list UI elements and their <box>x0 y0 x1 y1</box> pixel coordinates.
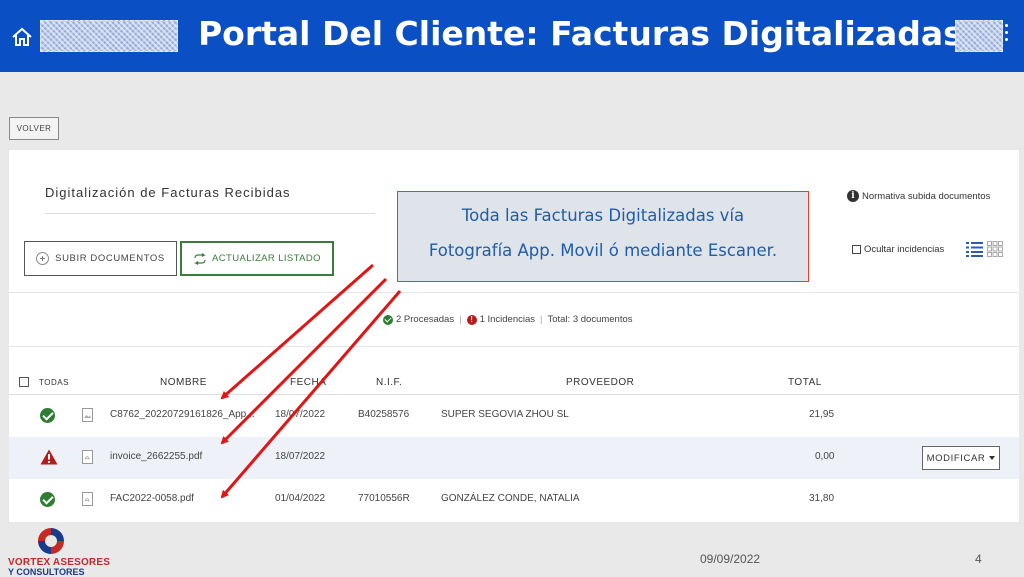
invoices-panel: Digitalización de Facturas Recibidas SUB… <box>9 150 1019 522</box>
file-total: 0,00 <box>815 451 835 462</box>
divider <box>9 346 1019 347</box>
vortex-logo-icon <box>38 528 64 554</box>
logo-text-line-2: Y CONSULTORES <box>8 567 85 577</box>
header-all: TODAS <box>39 378 69 387</box>
processed-count: 2 Procesadas <box>396 314 455 325</box>
redacted-logo <box>40 20 178 52</box>
file-date: 01/04/2022 <box>275 493 326 504</box>
app-header: Portal Del Cliente: Facturas Digitalizad… <box>0 0 1024 72</box>
file-name[interactable]: FAC2022-0058.pdf <box>110 493 194 504</box>
home-icon[interactable] <box>11 27 33 47</box>
annotation-callout: Toda las Facturas Digitalizadas vía Foto… <box>397 191 809 282</box>
hide-issues-label: Ocultar incidencias <box>864 244 945 255</box>
header-date[interactable]: FECHA <box>290 377 326 388</box>
success-check-icon <box>40 492 55 507</box>
table-row[interactable]: invoice_2662255.pdf 18/07/2022 0,00 MODI… <box>9 437 1019 479</box>
check-circle-icon <box>383 314 393 325</box>
header-supplier[interactable]: PROVEEDOR <box>566 377 634 388</box>
pdf-file-icon <box>82 450 93 464</box>
file-total: 31,80 <box>809 493 835 504</box>
more-options-icon[interactable] <box>1003 24 1009 46</box>
slide-date: 09/09/2022 <box>700 552 761 566</box>
upload-rules-label: Normativa subida documentos <box>862 190 991 202</box>
issues-count: 1 Incidencias <box>479 314 536 325</box>
header-nif[interactable]: N.I.F. <box>376 377 402 388</box>
modify-label: MODIFICAR <box>926 452 986 464</box>
header-name[interactable]: NOMBRE <box>160 377 207 388</box>
success-check-icon <box>40 408 55 423</box>
callout-line-1: Toda las Facturas Digitalizadas vía <box>461 206 745 225</box>
error-circle-icon: ! <box>466 314 477 325</box>
image-file-icon <box>82 408 93 422</box>
upload-documents-button[interactable]: SUBIR DOCUMENTOS <box>24 241 177 276</box>
upload-rules-link[interactable]: i Normativa subida documentos <box>847 190 990 202</box>
redacted-user <box>955 20 1003 52</box>
file-date: 18/07/2022 <box>275 409 326 420</box>
hide-issues-checkbox[interactable] <box>852 245 861 254</box>
company-logo: VORTEX ASESORES Y CONSULTORES <box>8 524 110 577</box>
section-title: Digitalización de Facturas Recibidas <box>45 185 291 200</box>
select-all-checkbox[interactable] <box>19 377 29 387</box>
modify-dropdown-button[interactable]: MODIFICAR <box>922 446 1000 470</box>
file-date: 18/07/2022 <box>275 451 326 462</box>
file-name[interactable]: C8762_20220729161826_App... <box>110 409 255 420</box>
hide-issues-toggle[interactable]: Ocultar incidencias <box>852 244 944 255</box>
caret-down-icon <box>989 456 996 460</box>
file-total: 21,95 <box>809 409 835 420</box>
refresh-list-button[interactable]: ACTUALIZAR LISTADO <box>180 241 334 276</box>
file-nif: B40258576 <box>358 409 410 420</box>
table-row[interactable]: C8762_20220729161826_App... 18/07/2022 B… <box>9 395 1019 437</box>
title-divider <box>45 213 375 214</box>
file-name[interactable]: invoice_2662255.pdf <box>110 451 202 462</box>
list-view-icon[interactable] <box>966 241 983 257</box>
pdf-file-icon <box>82 492 93 506</box>
table-row[interactable]: FAC2022-0058.pdf 01/04/2022 77010556R GO… <box>9 479 1019 521</box>
divider <box>9 292 1019 293</box>
file-nif: 77010556R <box>358 493 410 504</box>
header-total[interactable]: TOTAL <box>788 377 822 388</box>
grid-view-icon[interactable] <box>987 241 1003 257</box>
total-count: Total: 3 documentos <box>547 314 633 325</box>
page-number: 4 <box>975 552 982 566</box>
info-icon: i <box>847 190 859 202</box>
refresh-label: ACTUALIZAR LISTADO <box>212 253 321 264</box>
file-supplier: GONZÁLEZ CONDE, NATALIA <box>441 493 580 504</box>
refresh-icon <box>193 252 207 265</box>
file-supplier: SUPER SEGOVIA ZHOU SL <box>441 409 569 420</box>
back-button[interactable]: VOLVER <box>9 117 59 140</box>
callout-line-2: Fotografía App. Movil ó mediante Escaner… <box>428 241 778 260</box>
warning-triangle-icon <box>40 449 58 465</box>
status-summary: 2 Procesadas | ! 1 Incidencias | Total: … <box>383 314 633 325</box>
plus-icon <box>36 252 50 265</box>
page-title: Portal Del Cliente: Facturas Digitalizad… <box>198 14 963 53</box>
upload-label: SUBIR DOCUMENTOS <box>55 253 165 264</box>
